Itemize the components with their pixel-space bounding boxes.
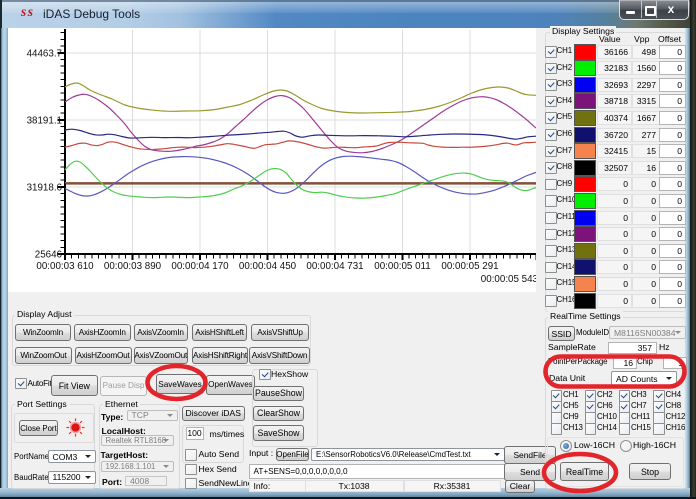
svg-text:00:00:05 291: 00:00:05 291 bbox=[441, 261, 498, 272]
svg-text:00:00:04 450: 00:00:04 450 bbox=[239, 261, 297, 272]
svg-text:00:00:03 610: 00:00:03 610 bbox=[36, 261, 94, 272]
svg-text:25646: 25646 bbox=[35, 250, 63, 261]
svg-text:00:00:05 011: 00:00:05 011 bbox=[374, 261, 430, 272]
svg-text:00:00:05 543: 00:00:05 543 bbox=[481, 274, 536, 285]
svg-text:44463.7: 44463.7 bbox=[27, 49, 62, 60]
svg-text:31918.6: 31918.6 bbox=[27, 183, 63, 194]
svg-text:38191.1: 38191.1 bbox=[27, 116, 62, 127]
svg-text:00:00:03 890: 00:00:03 890 bbox=[104, 261, 162, 272]
svg-text:00:00:04 731: 00:00:04 731 bbox=[306, 261, 363, 272]
svg-text:00:00:04 170: 00:00:04 170 bbox=[171, 261, 229, 272]
